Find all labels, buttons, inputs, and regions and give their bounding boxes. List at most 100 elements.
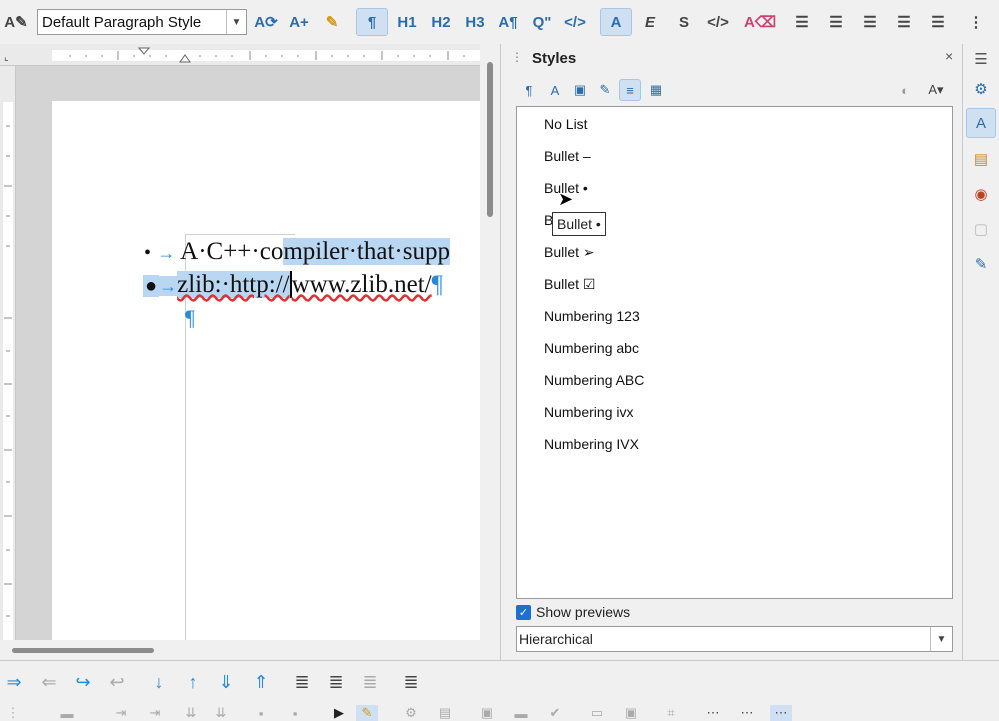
table-styles-icon[interactable]: ▦	[645, 79, 667, 101]
promote-outline-icon[interactable]: ⇐	[36, 669, 62, 695]
horizontal-scrollbar[interactable]	[0, 640, 500, 660]
no-character-style-icon[interactable]: A⌫	[744, 8, 776, 36]
line2-text-selected: zlib:·http://	[177, 271, 290, 298]
close-icon[interactable]: ×	[945, 48, 953, 64]
row2-icon[interactable]: ▣	[620, 705, 642, 721]
row2-icon[interactable]: ▬	[56, 705, 78, 721]
row2-icon[interactable]: ▤	[434, 705, 456, 721]
list-item[interactable]: Bullet ☑	[544, 276, 595, 293]
bullets-numbering-dialog-icon[interactable]: ≣	[398, 669, 424, 695]
fill-format-mode-icon[interactable]: ◐	[894, 79, 916, 101]
style-actions-icon[interactable]: A▾	[921, 79, 951, 101]
row2-icon[interactable]: ⚙	[400, 705, 422, 721]
move-up-icon[interactable]: ↑	[180, 669, 206, 695]
vertical-ruler[interactable]	[0, 66, 16, 640]
styles-icon[interactable]: A	[966, 108, 996, 138]
update-style-icon[interactable]: A⟳	[252, 8, 280, 36]
heading2-icon[interactable]: H2	[427, 8, 455, 36]
list-item[interactable]: Bullet –	[544, 148, 591, 164]
row2-icon[interactable]: ▪	[284, 705, 306, 721]
chevron-down-icon[interactable]: ▼	[226, 10, 246, 34]
promote-icon[interactable]: ↩	[104, 669, 130, 695]
row2-icon[interactable]: ⋯	[702, 705, 724, 721]
row2-icon[interactable]: ⋮	[2, 705, 24, 721]
demote-icon[interactable]: ↪	[70, 669, 96, 695]
list-item[interactable]: Bullet ➢	[544, 244, 595, 261]
page-icon[interactable]: ▢	[966, 214, 996, 244]
grip-icon[interactable]: ⋮	[511, 50, 523, 64]
page-styles-icon[interactable]: ✎	[594, 79, 616, 101]
restart-numbering-icon[interactable]: ≣	[323, 669, 349, 695]
row2-icon[interactable]: ⋯	[770, 705, 792, 721]
row2-icon[interactable]: ⇊	[180, 705, 202, 721]
deck-menu-icon[interactable]: ☰	[966, 44, 996, 74]
move-down-subpoints-icon[interactable]: ⇓	[213, 669, 239, 695]
properties-icon[interactable]: ⚙	[966, 74, 996, 104]
styles-menu-icon[interactable]: A✎	[2, 8, 30, 36]
paragraph-style-combobox[interactable]: Default Paragraph Style ▼	[37, 9, 247, 35]
move-down-icon[interactable]: ↓	[146, 669, 172, 695]
list-styles-list[interactable]: No List Bullet – Bullet • B Bullet ➢ Bul…	[516, 106, 953, 599]
source-code-icon[interactable]: </>	[704, 8, 732, 36]
row2-icon[interactable]: ⇊	[210, 705, 232, 721]
list-line-1[interactable]: • → A·C++·compiler·that·supp	[144, 238, 450, 266]
list-style-icon-5[interactable]: ☰	[924, 8, 952, 36]
character-styles-icon[interactable]: A	[544, 79, 566, 101]
toolbar-overflow-icon[interactable]: ⋮	[962, 8, 990, 36]
list-item[interactable]: Numbering ivx	[544, 404, 633, 420]
add-to-list-icon[interactable]: ≣	[357, 669, 383, 695]
ordered-list-icon[interactable]: ☰	[822, 8, 850, 36]
list-item[interactable]: Numbering IVX	[544, 436, 639, 452]
list-style-icon-3[interactable]: ☰	[856, 8, 884, 36]
show-previews-checkbox[interactable]: ✓ Show previews	[516, 604, 630, 620]
style-filter-select[interactable]: Hierarchical ▼	[516, 626, 953, 652]
insert-unnumbered-entry-icon[interactable]: ≣	[289, 669, 315, 695]
row2-icon[interactable]: ⋯	[736, 705, 758, 721]
row2-icon[interactable]: ✔	[544, 705, 566, 721]
scrollbar-thumb[interactable]	[12, 648, 154, 653]
vertical-scrollbar[interactable]	[480, 44, 500, 640]
document-area[interactable]: ⌞ • → A·C++·compiler·that·supp ● →zlib:·h…	[0, 44, 480, 640]
list-item[interactable]: Numbering ABC	[544, 372, 644, 388]
scrollbar-thumb[interactable]	[487, 62, 493, 217]
frame-styles-icon[interactable]: ▣	[569, 79, 591, 101]
text-body-icon[interactable]: A¶	[494, 8, 522, 36]
default-character-icon[interactable]: A	[600, 8, 632, 36]
list-item[interactable]: Numbering abc	[544, 340, 639, 356]
row2-icon[interactable]: ⇥	[144, 705, 166, 721]
row2-icon[interactable]: ▬	[510, 705, 532, 721]
paragraph-style-value[interactable]: Default Paragraph Style	[38, 14, 226, 31]
chevron-down-icon[interactable]: ▼	[930, 627, 952, 651]
list-item[interactable]: No List	[544, 116, 588, 132]
checkmark-icon[interactable]: ✓	[516, 604, 531, 620]
demote-outline-icon[interactable]: ⇒	[1, 669, 27, 695]
emphasis-icon[interactable]: E	[636, 8, 664, 36]
style-inspector-icon[interactable]: ✎	[966, 249, 996, 279]
formatting-marks-icon[interactable]: ¶	[356, 8, 388, 36]
heading3-icon[interactable]: H3	[461, 8, 489, 36]
list-item[interactable]: Numbering 123	[544, 308, 640, 324]
row2-icon[interactable]: ▪	[250, 705, 272, 721]
horizontal-ruler[interactable]: ⌞	[0, 44, 480, 66]
document-page[interactable]: • → A·C++·compiler·that·supp ● →zlib:·htt…	[52, 101, 480, 640]
row2-icon[interactable]: ⌗	[660, 705, 682, 721]
row2-icon[interactable]: ▭	[586, 705, 608, 721]
list-line-2[interactable]: ● →zlib:·http://www.zlib.net/¶	[143, 271, 443, 299]
move-up-subpoints-icon[interactable]: ⇑	[248, 669, 274, 695]
source-text-icon[interactable]: </>	[561, 8, 589, 36]
pencil-icon[interactable]: ✎	[356, 705, 378, 721]
paragraph-styles-icon[interactable]: ¶	[518, 79, 540, 101]
gallery-icon[interactable]: ▤	[966, 144, 996, 174]
quotations-icon[interactable]: Q"	[528, 8, 556, 36]
row2-icon[interactable]: ▣	[476, 705, 498, 721]
new-style-icon[interactable]: A+	[285, 8, 313, 36]
strong-emphasis-icon[interactable]: S	[670, 8, 698, 36]
list-styles-icon[interactable]: ≡	[619, 79, 641, 101]
fill-format-icon[interactable]: ✎	[318, 8, 346, 36]
unordered-list-icon[interactable]: ☰	[788, 8, 816, 36]
pointer-icon[interactable]: ▶	[328, 705, 350, 721]
list-style-icon-4[interactable]: ☰	[890, 8, 918, 36]
heading1-icon[interactable]: H1	[393, 8, 421, 36]
row2-icon[interactable]: ⇥	[110, 705, 132, 721]
navigator-icon[interactable]: ◉	[966, 179, 996, 209]
